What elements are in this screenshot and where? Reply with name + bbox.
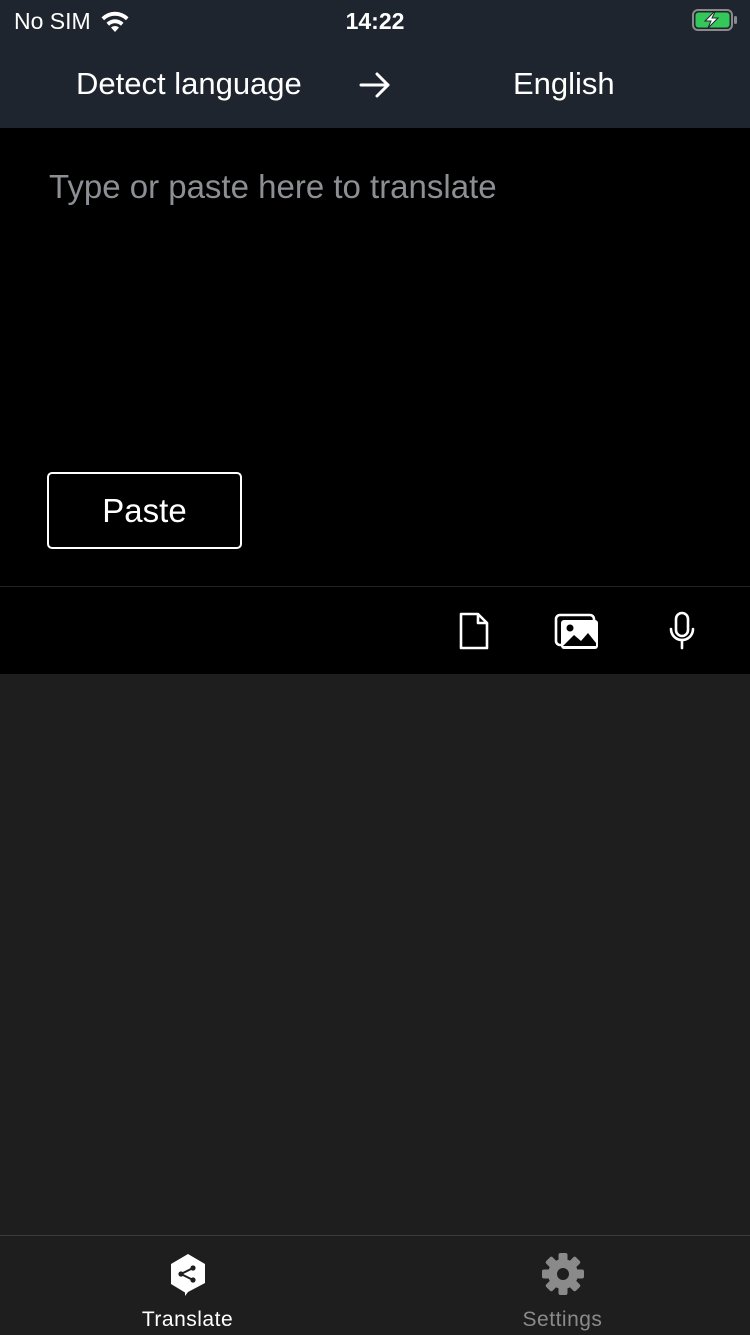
battery-charging-icon: [692, 9, 737, 31]
tab-translate-label: Translate: [141, 1308, 234, 1331]
arrow-right-icon[interactable]: [358, 68, 392, 102]
status-bar: No SIM 14:22: [0, 0, 750, 42]
target-language-button[interactable]: English: [513, 66, 615, 102]
status-time: 14:22: [345, 8, 405, 34]
paste-button[interactable]: Paste: [47, 472, 242, 549]
tab-translate[interactable]: Translate: [0, 1236, 375, 1335]
tab-bar: Translate Settings: [0, 1235, 750, 1334]
image-icon[interactable]: [554, 611, 600, 651]
input-toolbar: [0, 586, 750, 674]
gear-icon: [541, 1253, 584, 1295]
tab-settings-label: Settings: [522, 1308, 603, 1331]
translation-input-placeholder[interactable]: Type or paste here to translate: [49, 168, 497, 206]
tab-settings[interactable]: Settings: [375, 1236, 750, 1335]
source-language-button[interactable]: Detect language: [76, 66, 302, 102]
deepl-logo-icon: [170, 1254, 205, 1296]
microphone-icon[interactable]: [668, 611, 696, 651]
document-icon[interactable]: [458, 611, 490, 651]
language-bar: Detect language English: [0, 42, 750, 128]
translation-input-area[interactable]: Type or paste here to translate Paste: [0, 128, 750, 586]
translation-output-area: [0, 674, 750, 1235]
